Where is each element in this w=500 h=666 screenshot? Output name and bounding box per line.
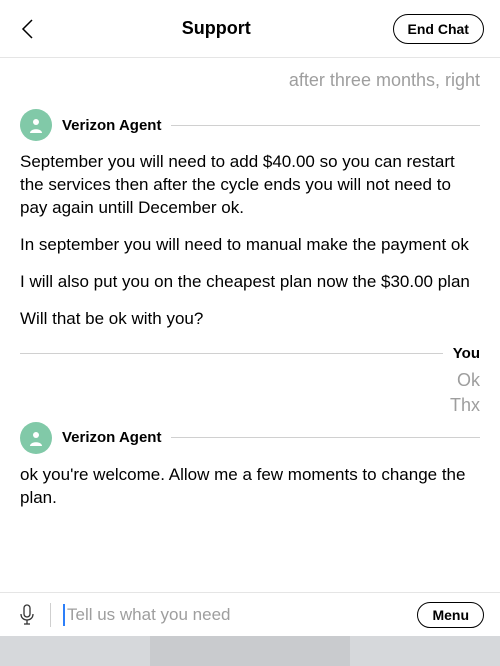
chat-input[interactable] [67,605,405,625]
agent-name: Verizon Agent [62,117,161,134]
avatar [20,422,52,454]
divider-vertical [50,603,51,627]
header-bar: Support End Chat [0,0,500,58]
strip-segment [350,636,500,666]
divider [171,437,480,438]
keyboard-strip [0,636,500,666]
divider [20,353,443,354]
page-title: Support [182,18,251,39]
prev-message-tail: after three months, right [20,66,480,103]
you-message: Thx [20,395,480,416]
you-message: Ok [20,370,480,391]
you-header: You [20,345,480,362]
divider [171,125,480,126]
avatar [20,109,52,141]
agent-message: ok you're welcome. Allow me a few moment… [20,464,480,510]
agent-message: Will that be ok with you? [20,308,480,331]
text-cursor [63,604,65,626]
agent-header: Verizon Agent [20,109,480,141]
agent-message: In september you will need to manual mak… [20,234,480,257]
menu-button[interactable]: Menu [417,602,484,628]
end-chat-button[interactable]: End Chat [393,14,484,44]
strip-segment [0,636,150,666]
strip-segment [150,636,350,666]
you-label: You [453,345,480,362]
chat-scroll[interactable]: after three months, right Verizon Agent … [0,58,500,594]
agent-name: Verizon Agent [62,429,161,446]
input-bar: Menu [0,592,500,636]
agent-header: Verizon Agent [20,422,480,454]
agent-message: I will also put you on the cheapest plan… [20,271,480,294]
microphone-icon[interactable] [16,604,38,626]
agent-message: September you will need to add $40.00 so… [20,151,480,220]
back-icon[interactable] [16,17,40,41]
